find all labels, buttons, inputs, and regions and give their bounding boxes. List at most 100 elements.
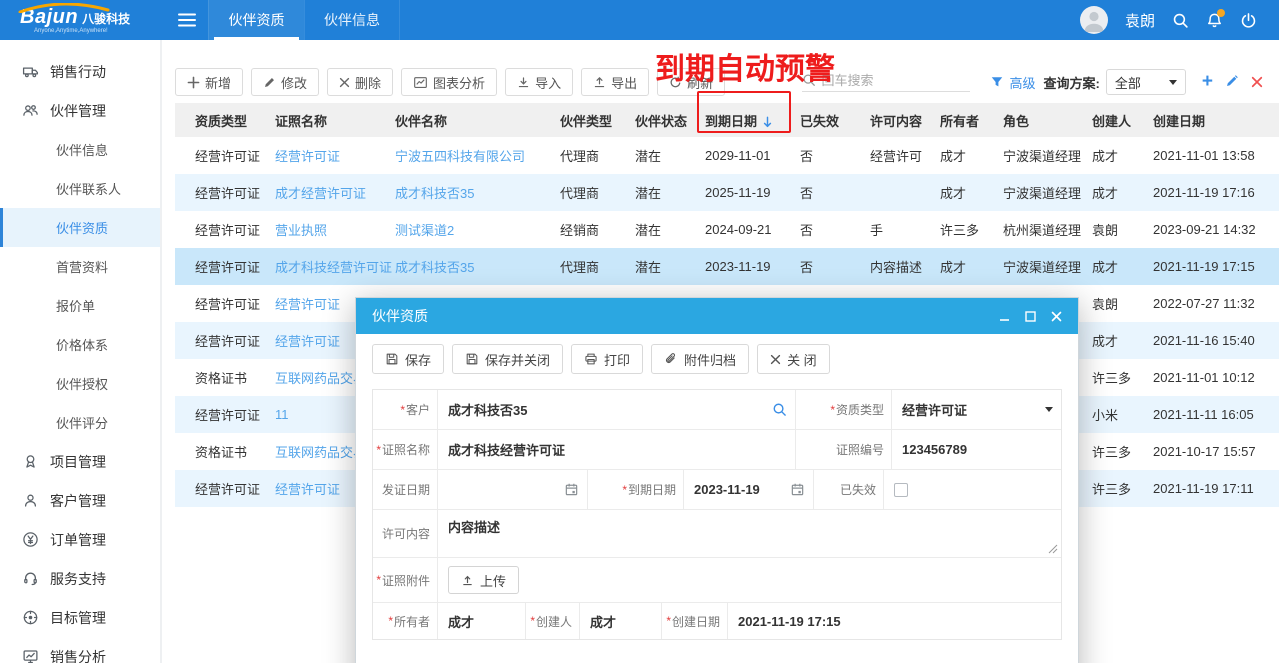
- bell-icon[interactable]: [1206, 12, 1223, 29]
- toolbar-button-label: 刷新: [687, 73, 713, 92]
- column-header-9[interactable]: 所有者: [940, 103, 1003, 137]
- expire-date-field[interactable]: 2023-11-19: [683, 470, 813, 509]
- sidebar-item-2[interactable]: 伙伴管理: [0, 91, 160, 130]
- table-cell: 经营许可证: [175, 248, 275, 285]
- table-cell[interactable]: 营业执照: [275, 211, 395, 248]
- sidebar-item-label: 伙伴管理: [50, 101, 106, 121]
- column-header-6[interactable]: 到期日期: [705, 103, 800, 137]
- toolbar-button-label: 修改: [281, 73, 307, 92]
- close-icon[interactable]: [1051, 311, 1062, 322]
- sidebar-item-3[interactable]: 伙伴信息: [0, 130, 160, 169]
- advanced-link[interactable]: 高级: [1010, 73, 1036, 92]
- sort-desc-icon[interactable]: [762, 116, 773, 128]
- column-header-1[interactable]: 资质类型: [175, 103, 275, 137]
- modal-titlebar[interactable]: 伙伴资质: [356, 298, 1078, 334]
- cert-name-label: 证照名称: [373, 430, 437, 469]
- sidebar-item-label: 伙伴资质: [56, 218, 108, 237]
- sidebar-item-16[interactable]: 销售分析: [0, 637, 160, 663]
- sidebar-item-9[interactable]: 伙伴授权: [0, 364, 160, 403]
- cert-no-field[interactable]: 123456789: [891, 430, 1061, 469]
- modal-toolbar-button-5[interactable]: 关 闭: [757, 344, 830, 374]
- user-name[interactable]: 袁朗: [1125, 10, 1155, 31]
- column-header-12[interactable]: 创建日期: [1153, 103, 1279, 137]
- calendar-icon[interactable]: [564, 482, 579, 497]
- sidebar-item-12[interactable]: 客户管理: [0, 481, 160, 520]
- toolbar-button-2[interactable]: 修改: [251, 68, 319, 96]
- modal-toolbar-button-3[interactable]: 打印: [571, 344, 643, 374]
- pencil-icon: [263, 76, 276, 89]
- cell-text: 成才科技否35: [395, 186, 474, 201]
- column-header-5[interactable]: 伙伴状态: [635, 103, 705, 137]
- avatar[interactable]: [1080, 6, 1108, 34]
- sidebar-item-8[interactable]: 价格体系: [0, 325, 160, 364]
- column-header-11[interactable]: 创建人: [1092, 103, 1153, 137]
- sidebar-item-10[interactable]: 伙伴评分: [0, 403, 160, 442]
- table-cell: 2021-11-01 13:58: [1153, 137, 1279, 174]
- calendar-icon[interactable]: [790, 482, 805, 497]
- toolbar-button-3[interactable]: 删除: [327, 68, 393, 96]
- add-query-plan-icon[interactable]: +: [1202, 74, 1213, 90]
- query-plan-select[interactable]: 全部: [1106, 69, 1186, 95]
- column-header-10[interactable]: 角色: [1003, 103, 1092, 137]
- sidebar-item-7[interactable]: 报价单: [0, 286, 160, 325]
- toolbar-button-4[interactable]: 图表分析: [401, 68, 497, 96]
- power-icon[interactable]: [1240, 12, 1257, 29]
- lookup-search-icon[interactable]: [772, 402, 787, 417]
- column-header-2[interactable]: 证照名称: [275, 103, 395, 137]
- table-row[interactable]: 经营许可证营业执照测试渠道2经销商潜在2024-09-21否手许三多杭州渠道经理…: [175, 211, 1279, 248]
- table-cell[interactable]: 经营许可证: [275, 137, 395, 174]
- cell-text: 经营许可: [870, 149, 922, 164]
- sidebar-item-11[interactable]: 项目管理: [0, 442, 160, 481]
- column-header-8[interactable]: 许可内容: [870, 103, 940, 137]
- table-cell[interactable]: 成才科技否35: [395, 174, 560, 211]
- nav-tab-2[interactable]: 伙伴信息: [304, 0, 400, 40]
- toolbar-button-7[interactable]: 刷新: [657, 68, 725, 96]
- sidebar-item-6[interactable]: 首营资料: [0, 247, 160, 286]
- content-textarea[interactable]: 内容描述: [437, 510, 1061, 557]
- search-icon[interactable]: [1172, 12, 1189, 29]
- issue-date-field[interactable]: [437, 470, 587, 509]
- customer-field[interactable]: 成才科技否35: [437, 390, 795, 429]
- owner-field[interactable]: 成才: [437, 603, 525, 639]
- sidebar-item-14[interactable]: 服务支持: [0, 559, 160, 598]
- table-cell[interactable]: 成才科技否35: [395, 248, 560, 285]
- funnel-icon[interactable]: [990, 75, 1004, 89]
- notification-dot: [1217, 9, 1225, 17]
- search-input[interactable]: [822, 73, 970, 88]
- column-header-7[interactable]: 已失效: [800, 103, 870, 137]
- resize-handle-icon[interactable]: [1048, 544, 1058, 554]
- nav-tab-1[interactable]: 伙伴资质: [208, 0, 304, 40]
- table-cell[interactable]: 宁波五四科技有限公司: [395, 137, 560, 174]
- modal-toolbar-button-2[interactable]: 保存并关闭: [452, 344, 563, 374]
- toolbar-button-5[interactable]: 导入: [505, 68, 573, 96]
- cert-name-field[interactable]: 成才科技经营许可证: [437, 430, 795, 469]
- maximize-icon[interactable]: [1025, 311, 1036, 322]
- table-row[interactable]: 经营许可证成才经营许可证成才科技否35代理商潜在2025-11-19否成才宁波渠…: [175, 174, 1279, 211]
- column-header-3[interactable]: 伙伴名称: [395, 103, 560, 137]
- hamburger-menu-icon[interactable]: [166, 0, 208, 40]
- qual-type-select[interactable]: 经营许可证: [891, 390, 1061, 429]
- modal-toolbar-button-1[interactable]: 保存: [372, 344, 444, 374]
- edit-query-plan-icon[interactable]: [1225, 75, 1239, 89]
- upload-button[interactable]: 上传: [448, 566, 519, 594]
- table-row[interactable]: 经营许可证经营许可证宁波五四科技有限公司代理商潜在2029-11-01否经营许可…: [175, 137, 1279, 174]
- column-header-4[interactable]: 伙伴类型: [560, 103, 635, 137]
- table-cell[interactable]: 成才科技经营许可证: [275, 248, 395, 285]
- table-row[interactable]: 经营许可证成才科技经营许可证成才科技否35代理商潜在2023-11-19否内容描…: [175, 248, 1279, 285]
- sidebar-item-13[interactable]: 订单管理: [0, 520, 160, 559]
- invalid-checkbox[interactable]: [894, 483, 908, 497]
- toolbar-button-1[interactable]: 新增: [175, 68, 243, 96]
- table-cell: 潜在: [635, 248, 705, 285]
- modal-toolbar-button-4[interactable]: 附件归档: [651, 344, 749, 374]
- sidebar-item-1[interactable]: 销售行动: [0, 52, 160, 91]
- delete-query-plan-icon[interactable]: [1251, 76, 1263, 88]
- table-cell[interactable]: 成才经营许可证: [275, 174, 395, 211]
- sidebar-item-4[interactable]: 伙伴联系人: [0, 169, 160, 208]
- table-cell: 袁朗: [1092, 285, 1153, 322]
- minimize-icon[interactable]: [999, 311, 1010, 322]
- table-cell[interactable]: 测试渠道2: [395, 211, 560, 248]
- sidebar-item-15[interactable]: 目标管理: [0, 598, 160, 637]
- sidebar-item-5[interactable]: 伙伴资质: [0, 208, 160, 247]
- toolbar-button-6[interactable]: 导出: [581, 68, 649, 96]
- table-cell: 成才: [1092, 248, 1153, 285]
